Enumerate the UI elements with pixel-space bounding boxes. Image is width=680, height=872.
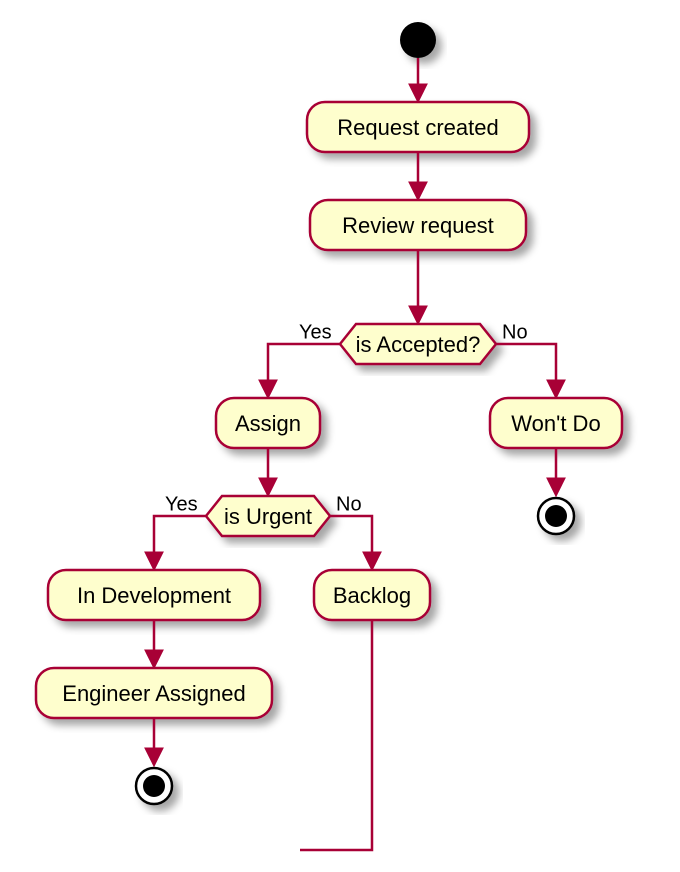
node-assign: Assign bbox=[216, 398, 320, 448]
edge-label-yes: Yes bbox=[299, 321, 332, 343]
node-request-created: Request created bbox=[307, 102, 529, 152]
node-label: Review request bbox=[342, 213, 494, 238]
node-label: Request created bbox=[337, 115, 498, 140]
decision-label: is Accepted? bbox=[356, 332, 481, 357]
node-label: Engineer Assigned bbox=[62, 681, 245, 706]
decision-label: is Urgent bbox=[224, 504, 312, 529]
node-engineer-assigned: Engineer Assigned bbox=[36, 668, 272, 718]
stop-node bbox=[136, 768, 172, 804]
edge bbox=[154, 516, 206, 568]
node-label: Assign bbox=[235, 411, 301, 436]
node-wont-do: Won't Do bbox=[490, 398, 622, 448]
start-node bbox=[400, 22, 436, 58]
edge-label-yes: Yes bbox=[165, 493, 198, 515]
stop-node bbox=[538, 498, 574, 534]
node-review-request: Review request bbox=[310, 200, 526, 250]
edge-label-no: No bbox=[502, 321, 528, 343]
edge bbox=[330, 516, 372, 568]
decision-is-urgent: is Urgent bbox=[206, 496, 330, 536]
node-in-development: In Development bbox=[48, 570, 260, 620]
activity-diagram: Request created Review request is Accept… bbox=[0, 0, 680, 872]
edge-label-no: No bbox=[336, 493, 362, 515]
node-backlog: Backlog bbox=[314, 570, 430, 620]
node-label: In Development bbox=[77, 583, 231, 608]
edge bbox=[496, 344, 556, 396]
decision-is-accepted: is Accepted? bbox=[340, 324, 496, 364]
node-label: Backlog bbox=[333, 583, 411, 608]
edge bbox=[268, 344, 340, 396]
edge bbox=[300, 620, 372, 850]
node-label: Won't Do bbox=[511, 411, 600, 436]
